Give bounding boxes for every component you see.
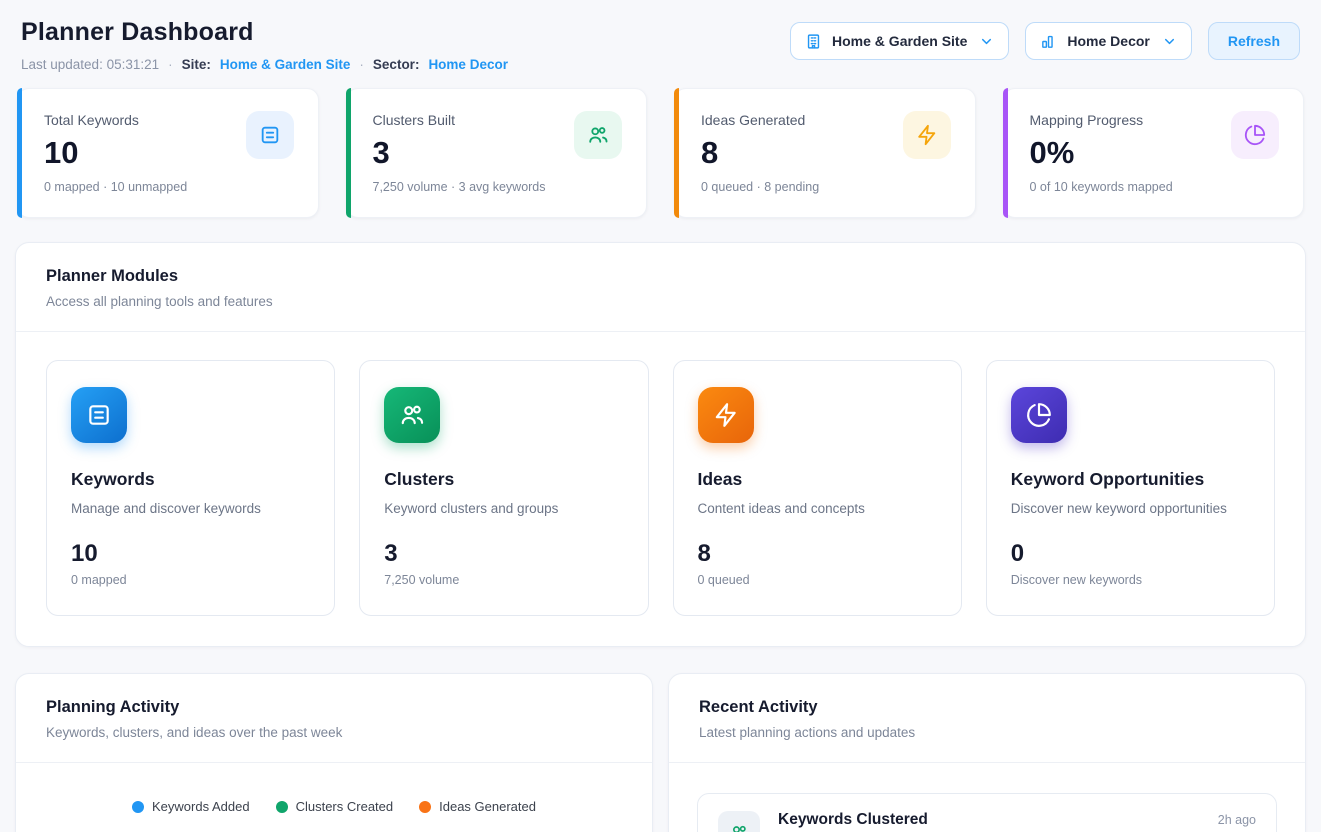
- site-selector-value: Home & Garden Site: [832, 33, 967, 49]
- legend-dot-icon: [419, 801, 431, 813]
- module-subtitle: 0 queued: [698, 573, 937, 587]
- modules-section-header: Planner Modules Access all planning tool…: [16, 243, 1305, 331]
- document-icon: [246, 111, 294, 159]
- stat-subtitle: 7,250 volume · 3 avg keywords: [373, 180, 623, 194]
- users-icon: [574, 111, 622, 159]
- chart-legend: Keywords Added Clusters Created Ideas Ge…: [40, 799, 628, 814]
- sector-label: Sector:: [373, 57, 420, 72]
- header-meta: Last updated: 05:31:21 · Site: Home & Ga…: [21, 57, 508, 72]
- refresh-button[interactable]: Refresh: [1208, 22, 1300, 60]
- stat-card-mapping-progress: Mapping Progress 0% 0 of 10 keywords map…: [1003, 88, 1305, 218]
- stat-subtitle: 0 of 10 keywords mapped: [1030, 180, 1280, 194]
- stat-card-ideas-generated: Ideas Generated 8 0 queued · 8 pending: [674, 88, 976, 218]
- stats-row: Total Keywords 10 0 mapped · 10 unmapped…: [15, 88, 1306, 218]
- modules-grid: Keywords Manage and discover keywords 10…: [16, 332, 1305, 646]
- site-label: Site:: [182, 57, 211, 72]
- module-subtitle: 0 mapped: [71, 573, 310, 587]
- bar-chart-icon: [1040, 33, 1057, 50]
- module-title: Clusters: [384, 469, 623, 490]
- section-subtitle: Access all planning tools and features: [46, 294, 1275, 309]
- module-description: Discover new keyword opportunities: [1011, 501, 1250, 516]
- legend-label: Clusters Created: [296, 799, 394, 814]
- section-subtitle: Keywords, clusters, and ideas over the p…: [46, 725, 622, 740]
- building-icon: [805, 33, 822, 50]
- toolbar: Home & Garden Site Home Decor Refresh: [790, 22, 1300, 60]
- chevron-down-icon: [979, 34, 994, 49]
- stat-subtitle: 0 mapped · 10 unmapped: [44, 180, 294, 194]
- module-subtitle: Discover new keywords: [1011, 573, 1250, 587]
- legend-dot-icon: [276, 801, 288, 813]
- pie-chart-icon: [1011, 387, 1067, 443]
- module-value: 3: [384, 540, 623, 568]
- legend-item-clusters-created: Clusters Created: [276, 799, 394, 814]
- module-card-keyword-opportunities[interactable]: Keyword Opportunities Discover new keywo…: [986, 360, 1275, 616]
- users-icon: [384, 387, 440, 443]
- module-description: Keyword clusters and groups: [384, 501, 623, 516]
- stat-card-total-keywords: Total Keywords 10 0 mapped · 10 unmapped: [17, 88, 319, 218]
- activity-item-title: Keywords Clustered: [778, 811, 928, 829]
- module-value: 10: [71, 540, 310, 568]
- sector-link[interactable]: Home Decor: [428, 57, 508, 72]
- separator-dot: ·: [168, 57, 173, 72]
- lightning-icon: [698, 387, 754, 443]
- section-subtitle: Latest planning actions and updates: [699, 725, 1275, 740]
- sector-selector-dropdown[interactable]: Home Decor: [1025, 22, 1191, 60]
- module-title: Ideas: [698, 469, 937, 490]
- site-selector-dropdown[interactable]: Home & Garden Site: [790, 22, 1009, 60]
- planner-modules-section: Planner Modules Access all planning tool…: [15, 242, 1306, 647]
- activity-item-content: Keywords Clustered 2h ago 3 new clusters…: [778, 811, 1256, 832]
- recent-activity-header: Recent Activity Latest planning actions …: [669, 674, 1305, 762]
- legend-label: Keywords Added: [152, 799, 250, 814]
- chevron-down-icon: [1162, 34, 1177, 49]
- document-icon: [71, 387, 127, 443]
- legend-item-keywords-added: Keywords Added: [132, 799, 250, 814]
- module-title: Keyword Opportunities: [1011, 469, 1250, 490]
- planner-dashboard-page: Planner Dashboard Last updated: 05:31:21…: [0, 0, 1321, 832]
- sector-selector-value: Home Decor: [1067, 33, 1149, 49]
- activity-list-item: Keywords Clustered 2h ago 3 new clusters…: [697, 793, 1277, 832]
- area-chart: 25 25 24: [40, 820, 628, 832]
- stat-subtitle: 0 queued · 8 pending: [701, 180, 951, 194]
- activity-chart: Keywords Added Clusters Created Ideas Ge…: [16, 763, 652, 832]
- recent-activity-card: Recent Activity Latest planning actions …: [668, 673, 1306, 832]
- activity-item-time: 2h ago: [1218, 813, 1256, 827]
- last-updated-text: Last updated: 05:31:21: [21, 57, 159, 72]
- stat-card-clusters-built: Clusters Built 3 7,250 volume · 3 avg ke…: [346, 88, 648, 218]
- section-title: Planner Modules: [46, 267, 1275, 286]
- module-description: Content ideas and concepts: [698, 501, 937, 516]
- module-value: 8: [698, 540, 937, 568]
- bottom-row: Planning Activity Keywords, clusters, an…: [15, 673, 1306, 832]
- lightning-icon: [903, 111, 951, 159]
- module-value: 0: [1011, 540, 1250, 568]
- module-card-keywords[interactable]: Keywords Manage and discover keywords 10…: [46, 360, 335, 616]
- planning-activity-card: Planning Activity Keywords, clusters, an…: [15, 673, 653, 832]
- header-left: Planner Dashboard Last updated: 05:31:21…: [21, 18, 508, 72]
- module-card-ideas[interactable]: Ideas Content ideas and concepts 8 0 que…: [673, 360, 962, 616]
- section-title: Recent Activity: [699, 698, 1275, 717]
- pie-chart-icon: [1231, 111, 1279, 159]
- separator-dot: ·: [359, 57, 364, 72]
- page-title: Planner Dashboard: [21, 18, 508, 47]
- planning-activity-header: Planning Activity Keywords, clusters, an…: [16, 674, 652, 762]
- site-link[interactable]: Home & Garden Site: [220, 57, 351, 72]
- users-icon: [718, 811, 760, 832]
- module-title: Keywords: [71, 469, 310, 490]
- legend-item-ideas-generated: Ideas Generated: [419, 799, 536, 814]
- module-description: Manage and discover keywords: [71, 501, 310, 516]
- page-header: Planner Dashboard Last updated: 05:31:21…: [15, 18, 1306, 72]
- legend-dot-icon: [132, 801, 144, 813]
- section-title: Planning Activity: [46, 698, 622, 717]
- module-card-clusters[interactable]: Clusters Keyword clusters and groups 3 7…: [359, 360, 648, 616]
- module-subtitle: 7,250 volume: [384, 573, 623, 587]
- activity-list: Keywords Clustered 2h ago 3 new clusters…: [669, 763, 1305, 832]
- legend-label: Ideas Generated: [439, 799, 536, 814]
